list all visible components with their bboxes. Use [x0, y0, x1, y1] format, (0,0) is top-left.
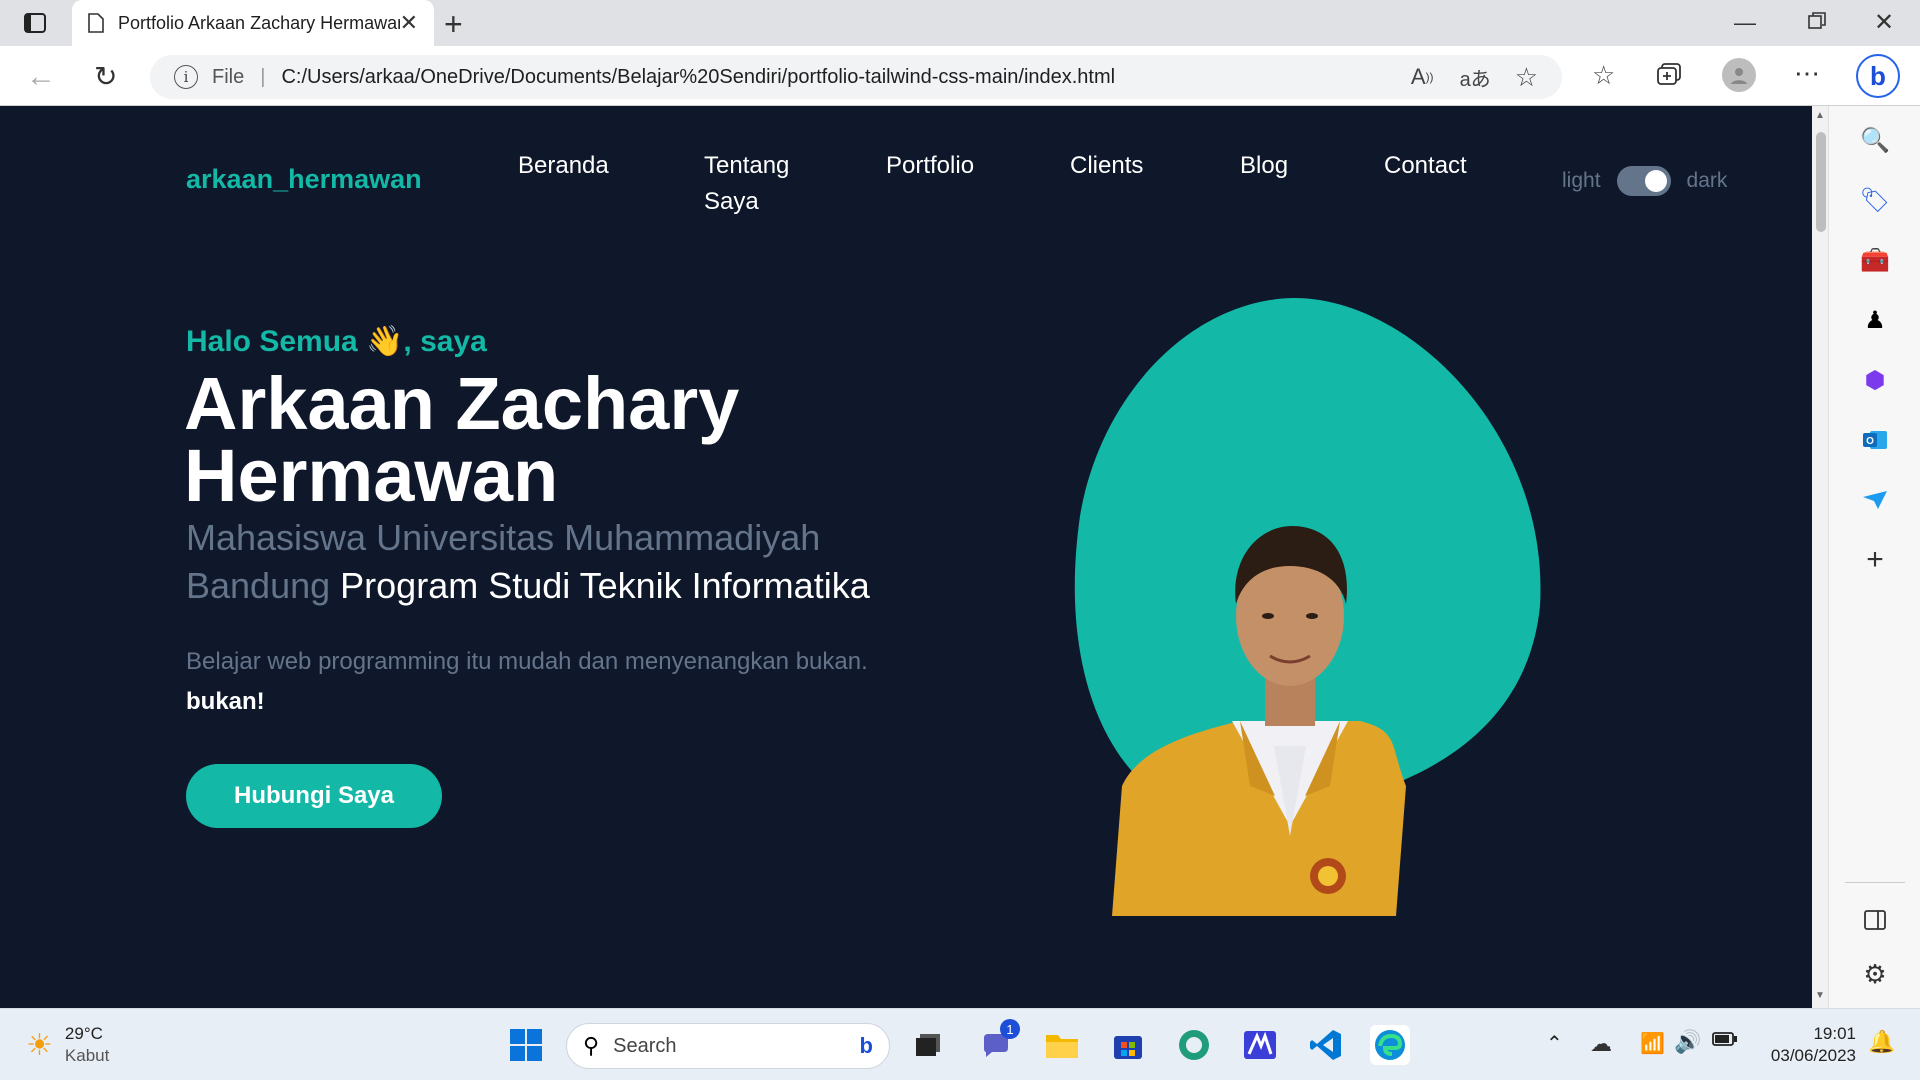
hero-name-line2: Hermawan — [184, 434, 559, 517]
tab-title: Portfolio Arkaan Zachary Hermawan — [118, 12, 400, 33]
theme-switch[interactable] — [1616, 166, 1671, 196]
address-scheme: File — [212, 65, 245, 88]
clock-date: 03/06/2023 — [1770, 1046, 1856, 1065]
fog-icon: ☀ — [26, 1028, 53, 1062]
new-tab-icon[interactable]: + — [444, 6, 463, 43]
contact-button[interactable]: Hubungi Saya — [186, 764, 442, 828]
hero-illustration — [1074, 297, 1541, 916]
file-explorer-icon[interactable] — [1042, 1025, 1082, 1065]
address-bar[interactable]: i File | C:/Users/arkaa/OneDrive/Documen… — [150, 55, 1562, 99]
scroll-thumb[interactable] — [1816, 132, 1826, 232]
minimize-icon[interactable]: — — [1734, 10, 1756, 36]
vscode-icon[interactable] — [1306, 1025, 1346, 1065]
edge-icon[interactable] — [1370, 1025, 1410, 1065]
tab-actions-icon[interactable] — [22, 11, 48, 35]
taskbar-search[interactable]: ⚲ Search b — [566, 1023, 890, 1069]
active-tab[interactable]: Portfolio Arkaan Zachary Hermawan ✕ — [72, 0, 434, 46]
sidebar-divider — [1845, 882, 1905, 883]
task-view-icon[interactable] — [908, 1025, 948, 1065]
hero-tagline: Belajar web programming itu mudah dan me… — [186, 642, 906, 722]
theme-toggle: light dark — [1562, 166, 1727, 196]
theme-dark-label: dark — [1686, 169, 1728, 192]
profile-icon[interactable] — [1722, 58, 1756, 92]
close-icon[interactable]: ✕ — [400, 10, 418, 36]
page-scrollbar[interactable]: ▲ ▼ — [1812, 106, 1828, 1008]
theme-light-label: light — [1562, 169, 1601, 192]
refresh-icon[interactable]: ↻ — [94, 60, 117, 93]
page-icon — [88, 13, 104, 33]
switch-knob — [1644, 170, 1667, 192]
address-divider: | — [260, 65, 266, 88]
translate-icon[interactable]: aあ — [1460, 63, 1491, 92]
weather-widget[interactable]: ☀ 29°C Kabut — [26, 1023, 109, 1067]
clock-time: 19:01 — [1813, 1024, 1856, 1043]
scroll-up-icon[interactable]: ▲ — [1815, 110, 1825, 121]
web-page: arkaan_hermawan Beranda Tentang Saya Por… — [0, 106, 1812, 1008]
search-glass-icon: ⚲ — [583, 1033, 600, 1058]
nav-blog[interactable]: Blog — [1240, 148, 1288, 184]
outlook-icon[interactable]: O — [1853, 418, 1897, 462]
info-icon[interactable]: i — [174, 65, 198, 89]
shopping-icon[interactable]: 🏷 — [1853, 178, 1897, 222]
favorites-icon[interactable]: ☆ — [1592, 60, 1615, 91]
tagline-emphasis: bukan! — [186, 688, 265, 715]
nav-clients[interactable]: Clients — [1070, 148, 1143, 184]
browser-toolbar: ← ↻ i File | C:/Users/arkaa/OneDrive/Doc… — [0, 46, 1920, 106]
bing-search-icon: b — [859, 1033, 873, 1058]
bing-icon[interactable]: b — [1856, 54, 1900, 98]
site-logo[interactable]: arkaan_hermawan — [186, 164, 422, 195]
tab-strip: Portfolio Arkaan Zachary Hermawan ✕ + — … — [0, 0, 1920, 46]
drop-icon[interactable] — [1853, 478, 1897, 522]
taskbar-search-placeholder: Search — [613, 1034, 677, 1057]
volume-icon[interactable]: 🔊 — [1674, 1029, 1701, 1055]
weather-temp: 29°C — [64, 1024, 103, 1043]
tools-icon[interactable]: 🧰 — [1853, 238, 1897, 282]
read-aloud-icon[interactable]: A)) — [1411, 64, 1434, 90]
back-icon[interactable]: ← — [26, 60, 56, 94]
subtitle-program: Program Studi Teknik Informatika — [340, 565, 870, 606]
more-icon[interactable]: ⋯ — [1794, 58, 1820, 89]
tray-overflow-icon[interactable]: ⌃ — [1546, 1031, 1563, 1056]
wifi-icon[interactable]: 📶 — [1640, 1031, 1665, 1056]
nav-beranda[interactable]: Beranda — [518, 148, 609, 184]
nav-tentang-saya[interactable]: Tentang Saya — [704, 148, 814, 220]
add-favorite-icon[interactable]: ☆ — [1515, 62, 1538, 93]
start-icon[interactable] — [506, 1025, 546, 1065]
battery-icon[interactable] — [1712, 1031, 1738, 1047]
store-icon[interactable] — [1108, 1025, 1148, 1065]
scroll-down-icon[interactable]: ▼ — [1815, 990, 1825, 1001]
nav-portfolio[interactable]: Portfolio — [886, 148, 974, 184]
window-close-icon[interactable]: ✕ — [1874, 8, 1894, 37]
edge-dev-icon[interactable] — [1174, 1025, 1214, 1065]
tagline-text: Belajar web programming itu mudah dan me… — [186, 648, 868, 675]
search-icon[interactable]: 🔍 — [1853, 118, 1897, 162]
restore-icon[interactable] — [1808, 12, 1826, 30]
chat-icon[interactable]: 1 — [976, 1019, 1020, 1065]
weather-desc: Kabut — [64, 1046, 110, 1065]
clock[interactable]: 19:01 03/06/2023 — [1756, 1023, 1856, 1067]
address-url[interactable]: C:/Users/arkaa/OneDrive/Documents/Belaja… — [281, 66, 1394, 89]
split-screen-icon[interactable] — [1853, 898, 1897, 942]
onedrive-icon[interactable]: ☁ — [1590, 1031, 1612, 1057]
add-icon[interactable]: + — [1853, 538, 1897, 582]
games-icon[interactable]: ♟ — [1853, 298, 1897, 342]
chat-badge: 1 — [1000, 1019, 1020, 1039]
hero-name-line1: Arkaan Zachary — [184, 362, 740, 445]
app-icon[interactable] — [1240, 1025, 1280, 1065]
edge-sidebar: 🔍 🏷 🧰 ♟ ⬢ O + ⚙ — [1828, 106, 1920, 1008]
hero-name: Arkaan Zachary Hermawan — [184, 367, 739, 513]
nav-contact[interactable]: Contact — [1384, 148, 1467, 184]
hero-subtitle: Mahasiswa Universitas Muhammadiyah Bandu… — [186, 514, 906, 610]
greeting: Halo Semua 👋, saya — [186, 325, 487, 358]
collections-icon[interactable] — [1656, 62, 1682, 86]
office-icon[interactable]: ⬢ — [1853, 358, 1897, 402]
windows-taskbar: ☀ 29°C Kabut ⚲ Search b 1 ⌃ ☁ 📶 🔊 19:01 … — [0, 1008, 1920, 1080]
settings-icon[interactable]: ⚙ — [1853, 952, 1897, 996]
svg-text:O: O — [1866, 436, 1874, 447]
notification-icon[interactable]: 🔔 — [1868, 1029, 1895, 1055]
